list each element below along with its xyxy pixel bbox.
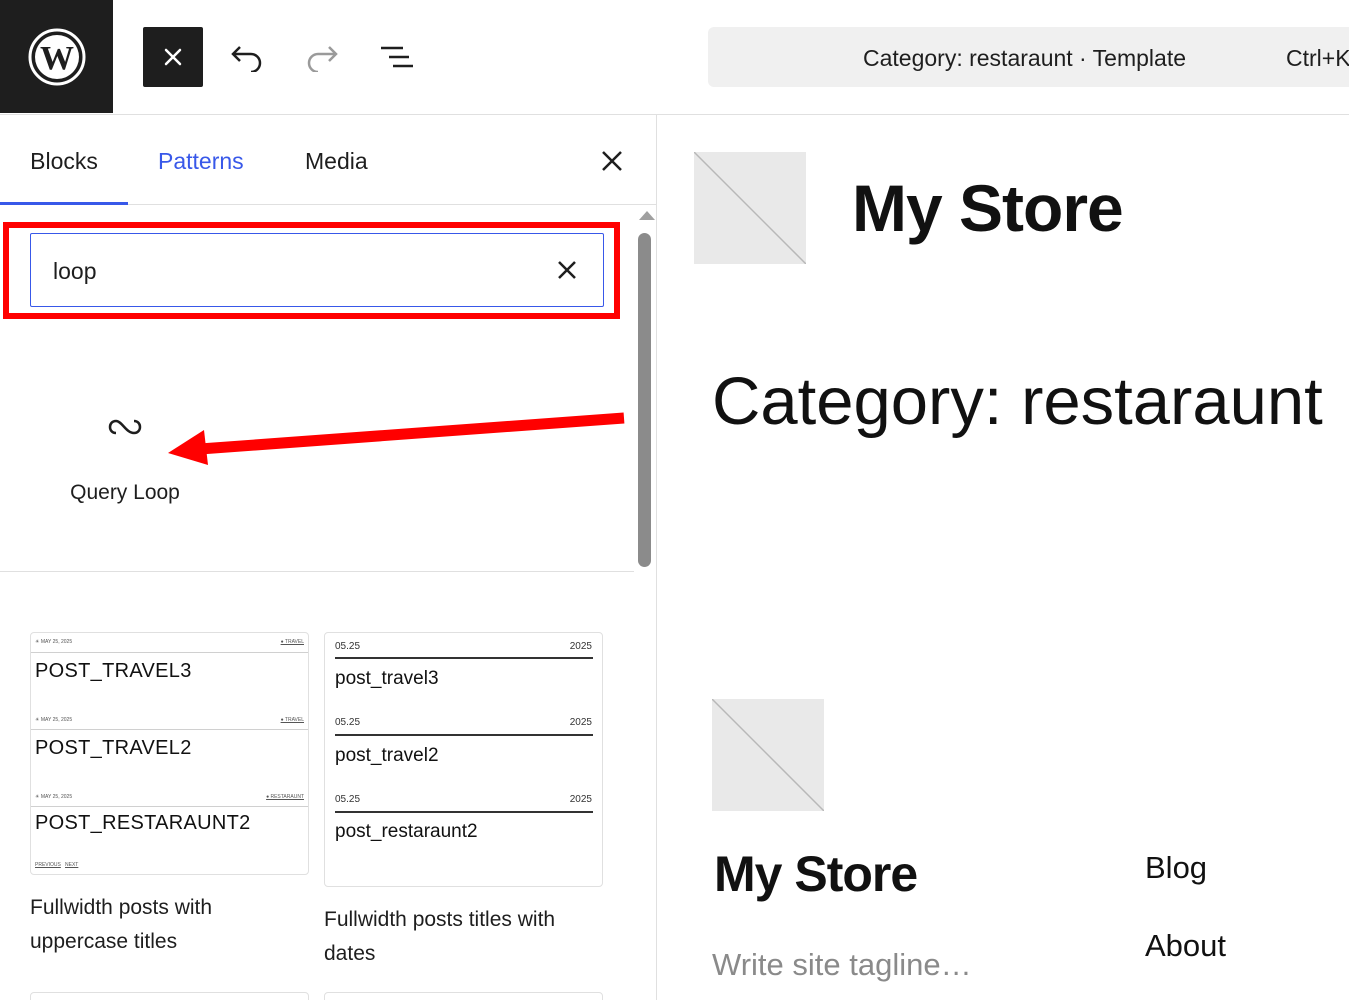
pattern-preview-uppercase-titles[interactable]: ☀ MAY 25, 2025 ● TRAVEL POST_TRAVEL3 ☀ M… [30, 632, 309, 875]
site-logo-placeholder[interactable] [711, 698, 825, 812]
post-date: ☀ MAY 25, 2025 [35, 639, 73, 645]
post-category: ● RESTARAUNT [266, 794, 304, 800]
document-title[interactable]: Category: restaraunt · Template [863, 27, 1186, 87]
close-panel-button[interactable] [596, 145, 628, 177]
pattern-preview[interactable] [324, 992, 603, 1000]
post-category: ● TRAVEL [280, 639, 304, 645]
separator [335, 811, 593, 813]
tab-patterns[interactable]: Patterns [158, 115, 244, 204]
undo-icon [231, 46, 262, 72]
site-title[interactable]: My Store [852, 170, 1124, 246]
inserter-tabs: Blocks Patterns Media [0, 115, 656, 205]
wordpress-logo-button[interactable]: W [0, 0, 113, 113]
pattern-preview[interactable] [30, 992, 309, 1000]
pattern-row: ☀ MAY 25, 2025 ● TRAVEL POST_TRAVEL3 [31, 633, 308, 710]
block-label: Query Loop [70, 481, 180, 504]
post-date: 05.25 [335, 641, 361, 652]
pattern-caption: Fullwidth posts with uppercase titles [30, 896, 213, 953]
post-category: ● TRAVEL [280, 717, 304, 723]
footer-site-title[interactable]: My Store [714, 845, 918, 903]
undo-button[interactable] [217, 27, 277, 87]
block-result-query-loop[interactable]: Query Loop [40, 385, 210, 525]
post-date: ☀ MAY 25, 2025 [35, 794, 73, 800]
document-bar[interactable]: Category: restaraunt · Template Ctrl+K [708, 27, 1349, 87]
wordpress-icon: W [28, 28, 85, 85]
post-year: 2025 [569, 794, 592, 805]
nav-link-about[interactable]: About [1145, 928, 1226, 964]
tab-media[interactable]: Media [305, 115, 368, 204]
post-title: post_restaraunt2 [335, 821, 478, 842]
archive-title[interactable]: Category: restaraunt [712, 363, 1323, 440]
post-year: 2025 [569, 717, 592, 728]
post-date: 05.25 [335, 717, 361, 728]
site-tagline-placeholder[interactable]: Write site tagline… [712, 947, 972, 983]
previous-link: PREVIOUS [35, 862, 61, 868]
post-title: POST_TRAVEL3 [35, 660, 192, 682]
scrollbar[interactable] [634, 207, 656, 1000]
list-view-icon [381, 46, 413, 68]
separator [335, 734, 593, 736]
loop-icon [108, 419, 142, 435]
divider [0, 571, 634, 572]
pattern-row: ☀ MAY 25, 2025 ● RESTARAUNT POST_RESTARA… [31, 787, 308, 874]
separator [335, 657, 593, 659]
image-placeholder-icon [711, 698, 825, 812]
separator [31, 806, 308, 807]
separator [31, 729, 308, 730]
redo-button[interactable] [292, 27, 352, 87]
next-link: NEXT [65, 862, 79, 868]
post-date: ☀ MAY 25, 2025 [35, 717, 73, 723]
post-title: post_travel2 [335, 745, 439, 766]
close-icon [164, 48, 182, 66]
post-date: 05.25 [335, 794, 361, 805]
redo-icon [307, 46, 338, 72]
pattern-preview-titles-with-dates[interactable]: 05.25 2025 post_travel3 05.25 2025 post_… [324, 632, 603, 887]
post-year: 2025 [569, 641, 592, 652]
post-title: POST_TRAVEL2 [35, 737, 192, 759]
document-overview-button[interactable] [367, 27, 427, 87]
svg-text:W: W [40, 40, 74, 77]
post-title: post_travel3 [335, 668, 439, 689]
nav-link-blog[interactable]: Blog [1145, 850, 1207, 886]
editor-header: W Category: restaraunt · Template Ctrl+K [0, 0, 1349, 115]
image-placeholder-icon [693, 151, 807, 265]
editor-canvas[interactable]: My Store Category: restaraunt My Store W… [657, 115, 1349, 1000]
block-inserter-panel: Blocks Patterns Media Query Loop ☀ MAY 2… [0, 115, 657, 1000]
pattern-row: ☀ MAY 25, 2025 ● TRAVEL POST_TRAVEL2 [31, 710, 308, 787]
site-logo-placeholder[interactable] [693, 151, 807, 265]
close-icon [602, 151, 622, 171]
tab-blocks[interactable]: Blocks [0, 115, 128, 205]
close-inserter-button[interactable] [143, 27, 203, 87]
post-title: POST_RESTARAUNT2 [35, 812, 251, 834]
separator [31, 652, 308, 653]
annotation-highlight-box [3, 222, 620, 319]
pattern-caption: Fullwidth posts titles with dates [324, 908, 556, 965]
scrollbar-thumb[interactable] [638, 233, 651, 567]
scroll-up-arrow-icon[interactable] [639, 211, 655, 220]
command-shortcut: Ctrl+K [1286, 45, 1349, 71]
